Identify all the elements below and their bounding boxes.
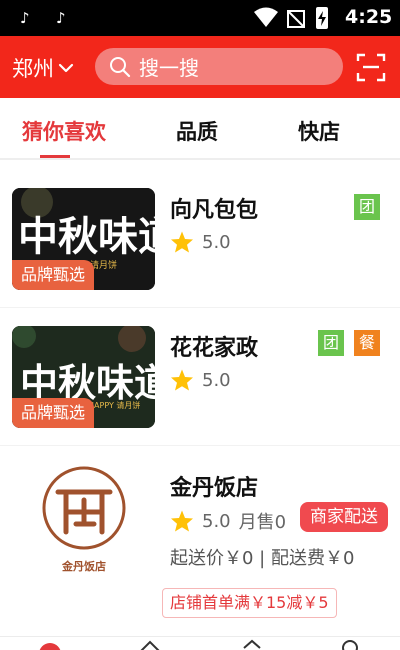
no-signal-icon	[287, 10, 305, 28]
svg-text:金丹饭店: 金丹饭店	[61, 559, 106, 572]
star-icon	[171, 231, 193, 253]
star-icon	[171, 510, 193, 532]
wifi-icon	[254, 7, 278, 27]
home-icon	[39, 643, 61, 650]
search-icon	[110, 56, 131, 77]
status-bar: ♪ ♪ 4:25	[0, 0, 400, 36]
chevron-down-icon	[58, 63, 74, 73]
svg-text:中秋味道: 中秋味道	[18, 213, 155, 260]
tiktok-icon: ♪	[56, 9, 66, 27]
store-rating: 5.0	[170, 368, 231, 392]
battery-icon	[316, 7, 328, 29]
store-name: 金丹饭店	[170, 476, 259, 501]
group-buy-badge: 团	[318, 330, 344, 356]
store-rating: 5.0 月售0	[170, 508, 286, 534]
bottom-nav	[0, 636, 400, 650]
group-buy-badge: 团	[354, 194, 380, 220]
star-icon	[171, 369, 193, 391]
svg-text:HAPPY 请月饼: HAPPY 请月饼	[88, 400, 140, 410]
svg-text:请月饼: 请月饼	[90, 259, 117, 271]
monthly-sales: 月售0	[238, 512, 287, 533]
dining-badge: 餐	[354, 330, 380, 356]
scan-icon[interactable]	[356, 52, 386, 82]
store-logo: 金丹饭店	[42, 466, 126, 572]
store-image-1: 中秋味道 请月饼 品牌甄选	[12, 188, 155, 290]
brand-select-tag: 品牌甄选	[12, 398, 94, 428]
merchant-delivery-badge: 商家配送	[300, 502, 388, 532]
brand-select-tag: 品牌甄选	[12, 260, 94, 290]
search-placeholder: 搜一搜	[139, 56, 199, 80]
delivery-fees: 起送价￥0 | 配送费￥0	[170, 548, 355, 569]
store-image-2: 中秋味道 HAPPY 请月饼 品牌甄选	[12, 326, 155, 428]
category-icon	[140, 640, 160, 650]
city-label: 郑州	[12, 57, 54, 81]
rating-value: 5.0	[202, 231, 231, 253]
bottom-nav-icons	[39, 639, 358, 650]
search-input[interactable]: 搜一搜	[95, 48, 343, 85]
tab-quick-store[interactable]: 快店	[298, 116, 340, 146]
tab-guess-you-like[interactable]: 猜你喜欢	[22, 116, 106, 146]
store-card-1[interactable]: 中秋味道 请月饼 品牌甄选 向凡包包 5.0 团	[0, 172, 400, 308]
category-tabs: 猜你喜欢 品质 快店	[0, 98, 400, 160]
active-tab-indicator	[40, 155, 70, 158]
tab-quality[interactable]: 品质	[176, 116, 218, 146]
rating-value: 5.0	[202, 510, 231, 532]
city-selector[interactable]: 郑州	[12, 53, 74, 83]
header-bar: 郑州 搜一搜	[0, 36, 400, 98]
store-name: 花花家政	[170, 336, 259, 361]
store-card-2[interactable]: 中秋味道 HAPPY 请月饼 品牌甄选 花花家政 5.0 团 餐	[0, 310, 400, 446]
tiktok-icon: ♪	[20, 9, 30, 27]
cart-icon	[243, 639, 261, 649]
rating-value: 5.0	[202, 369, 231, 391]
profile-icon	[342, 640, 358, 650]
store-name: 向凡包包	[170, 198, 259, 223]
first-order-promo: 店铺首单满￥15减￥5	[162, 588, 337, 618]
store-rating: 5.0	[170, 230, 231, 254]
status-time: 4:25	[345, 6, 393, 28]
status-icons	[254, 7, 328, 29]
